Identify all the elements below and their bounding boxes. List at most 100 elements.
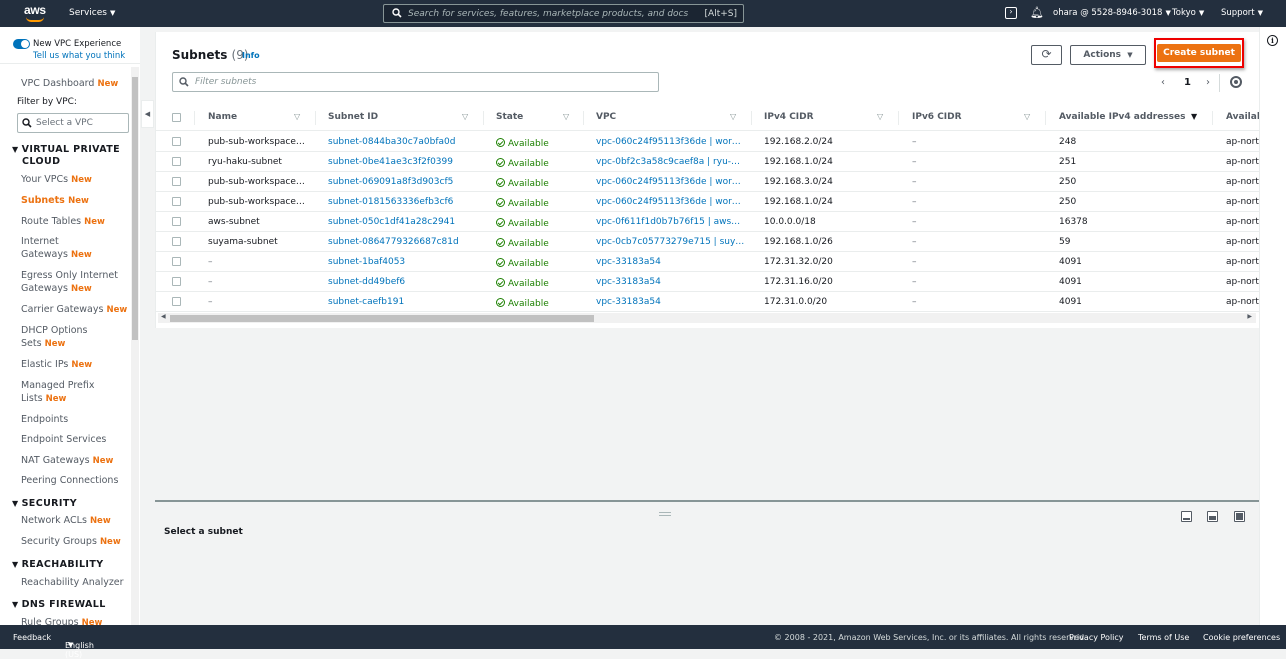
global-search-input[interactable]: Search for services, features, marketpla… <box>383 4 744 23</box>
info-link[interactable]: Info <box>242 51 260 60</box>
column-header-name[interactable]: Name <box>208 112 237 122</box>
horizontal-scrollbar[interactable]: ◀ ▶ <box>158 313 1256 323</box>
sidebar-item-egress-only-internet-gateways[interactable]: Egress Only Internet Gateways New <box>21 269 118 296</box>
cell-vpc[interactable]: vpc-33183a54 <box>596 297 661 307</box>
cell-vpc[interactable]: vpc-33183a54 <box>596 277 661 287</box>
row-checkbox[interactable] <box>172 157 181 166</box>
row-checkbox[interactable] <box>172 297 181 306</box>
sidebar-item-managed-prefix-lists[interactable]: Managed Prefix Lists New <box>21 379 95 406</box>
sort-icon[interactable]: ▽ <box>877 112 883 121</box>
sidebar-item-rule-groups[interactable]: Rule Groups New <box>21 616 102 625</box>
cell-subnet-id[interactable]: subnet-0844ba30c7a0bfa0d <box>328 137 455 147</box>
row-checkbox[interactable] <box>172 197 181 206</box>
section-security[interactable]: ▼ SECURITY <box>12 498 77 510</box>
refresh-button[interactable]: ⟳ <box>1031 45 1062 65</box>
table-row[interactable]: ryu-haku-subnet subnet-0be41ae3c3f2f0399 A… <box>156 152 1260 172</box>
split-panel-bottom-large-icon[interactable] <box>1207 511 1218 522</box>
sidebar-item-subnets[interactable]: Subnets New <box>21 194 89 208</box>
sidebar-item-route-tables[interactable]: Route Tables New <box>21 215 105 229</box>
sidebar-item-vpc-dashboard[interactable]: VPC Dashboard New <box>21 77 118 91</box>
aws-logo[interactable]: aws <box>24 4 48 22</box>
sidebar-item-internet-gateways[interactable]: Internet Gateways New <box>21 235 92 262</box>
sidebar-item-reachability-analyzer[interactable]: Reachability Analyzer <box>21 576 124 589</box>
services-menu[interactable]: Services ▼ <box>69 8 115 18</box>
scroll-left-icon[interactable]: ◀ <box>161 313 166 320</box>
table-row[interactable]: – subnet-dd49bef6 Available vpc-33183a54 172… <box>156 272 1260 292</box>
prev-page-icon[interactable]: ‹ <box>1161 77 1165 88</box>
cell-vpc[interactable]: vpc-0bf2c3a58c9caef8a | ryu-… <box>596 157 740 167</box>
cell-subnet-id[interactable]: subnet-1baf4053 <box>328 257 405 267</box>
cloudshell-icon[interactable]: › <box>1005 7 1017 19</box>
section-reachability[interactable]: ▼ REACHABILITY <box>12 559 104 571</box>
table-row[interactable]: aws-subnet subnet-050c1df41a28c2941 Availa… <box>156 212 1260 232</box>
row-checkbox[interactable] <box>172 277 181 286</box>
select-all-checkbox[interactable] <box>172 113 181 122</box>
cell-subnet-id[interactable]: subnet-dd49bef6 <box>328 277 405 287</box>
sidebar-item-endpoints[interactable]: Endpoints <box>21 413 68 426</box>
column-header-ipv4-cidr[interactable]: IPv4 CIDR <box>764 112 814 122</box>
sidebar-item-carrier-gateways[interactable]: Carrier Gateways New <box>21 303 127 317</box>
sidebar-item-endpoint-services[interactable]: Endpoint Services <box>21 433 106 446</box>
create-subnet-button[interactable]: Create subnet <box>1157 44 1241 62</box>
sort-icon[interactable]: ▽ <box>294 112 300 121</box>
sort-icon[interactable]: ▽ <box>730 112 736 121</box>
table-row[interactable]: pub-sub-workspace… subnet-069091a8f3d903c… <box>156 172 1260 192</box>
feedback-link[interactable]: Feedback <box>13 633 51 642</box>
row-checkbox[interactable] <box>172 257 181 266</box>
split-panel-bottom-small-icon[interactable] <box>1181 511 1192 522</box>
column-header-ipv6-cidr[interactable]: IPv6 CIDR <box>912 112 962 122</box>
sidebar-item-network-acls[interactable]: Network ACLs New <box>21 514 111 528</box>
sidebar-item-dhcp-options-sets[interactable]: DHCP Options Sets New <box>21 324 88 351</box>
row-checkbox[interactable] <box>172 177 181 186</box>
drag-handle-icon[interactable] <box>659 512 671 516</box>
row-checkbox[interactable] <box>172 217 181 226</box>
cell-subnet-id[interactable]: subnet-caefb191 <box>328 297 404 307</box>
column-header-available-ipv4[interactable]: Available IPv4 addresses <box>1059 112 1185 122</box>
cell-subnet-id[interactable]: subnet-0181563336efb3cf6 <box>328 197 453 207</box>
sort-icon[interactable]: ▽ <box>563 112 569 121</box>
section-dns-firewall[interactable]: ▼ DNS FIREWALL <box>12 599 106 611</box>
new-vpc-experience-toggle[interactable] <box>13 39 30 49</box>
cell-vpc[interactable]: vpc-0f611f1d0b7b76f15 | aws… <box>596 217 740 227</box>
section-virtual-private-cloud[interactable]: ▼ VIRTUAL PRIVATE CLOUD <box>12 144 120 168</box>
horizontal-scrollbar-thumb[interactable] <box>170 315 594 322</box>
next-page-icon[interactable]: › <box>1206 77 1210 88</box>
scroll-right-icon[interactable]: ▶ <box>1247 313 1252 320</box>
row-checkbox[interactable] <box>172 237 181 246</box>
sort-active-icon[interactable]: ▼ <box>1191 112 1197 121</box>
cell-vpc[interactable]: vpc-060c24f95113f36de | wor… <box>596 197 741 207</box>
gear-icon[interactable] <box>1230 76 1242 88</box>
feedback-link[interactable]: Tell us what you think <box>33 51 125 61</box>
column-header-state[interactable]: State <box>496 112 523 122</box>
vpc-filter-select[interactable]: Select a VPC <box>17 113 129 133</box>
sidebar-item-elastic-ips[interactable]: Elastic IPs New <box>21 358 92 372</box>
table-row[interactable]: pub-sub-workspace… subnet-0181563336efb3c… <box>156 192 1260 212</box>
sidebar-item-security-groups[interactable]: Security Groups New <box>21 535 121 549</box>
page-number[interactable]: 1 <box>1184 77 1191 88</box>
row-checkbox[interactable] <box>172 137 181 146</box>
support-menu[interactable]: Support ▼ <box>1221 8 1263 18</box>
cell-vpc[interactable]: vpc-33183a54 <box>596 257 661 267</box>
sidebar-scrollbar-thumb[interactable] <box>132 77 138 340</box>
cell-vpc[interactable]: vpc-060c24f95113f36de | wor… <box>596 177 741 187</box>
bell-icon[interactable]: 🔔︎ <box>1030 6 1044 19</box>
filter-subnets-input[interactable]: Filter subnets <box>172 72 659 92</box>
sidebar-item-peering-connections[interactable]: Peering Connections <box>21 474 118 487</box>
collapse-sidebar-button[interactable]: ◀ <box>141 100 154 128</box>
sidebar-item-nat-gateways[interactable]: NAT Gateways New <box>21 454 113 468</box>
table-row[interactable]: – subnet-1baf4053 Available vpc-33183a54 172… <box>156 252 1260 272</box>
cell-vpc[interactable]: vpc-060c24f95113f36de | wor… <box>596 137 741 147</box>
info-icon[interactable]: i <box>1267 35 1278 46</box>
table-row[interactable]: – subnet-caefb191 Available vpc-33183a54 172… <box>156 292 1260 312</box>
column-header-subnet-id[interactable]: Subnet ID <box>328 112 378 122</box>
terms-of-use-link[interactable]: Terms of Use <box>1138 633 1189 642</box>
column-header-availability-zone[interactable]: Availab <box>1226 112 1260 122</box>
cell-subnet-id[interactable]: subnet-0864779326687c81d <box>328 237 459 247</box>
cell-subnet-id[interactable]: subnet-050c1df41a28c2941 <box>328 217 455 227</box>
cell-subnet-id[interactable]: subnet-069091a8f3d903cf5 <box>328 177 453 187</box>
actions-button[interactable]: Actions ▼ <box>1070 45 1146 65</box>
column-header-vpc[interactable]: VPC <box>596 112 616 122</box>
account-menu[interactable]: ohara @ 5528-8946-3018 ▼ <box>1053 8 1171 18</box>
sort-icon[interactable]: ▽ <box>1024 112 1030 121</box>
privacy-policy-link[interactable]: Privacy Policy <box>1069 633 1124 642</box>
